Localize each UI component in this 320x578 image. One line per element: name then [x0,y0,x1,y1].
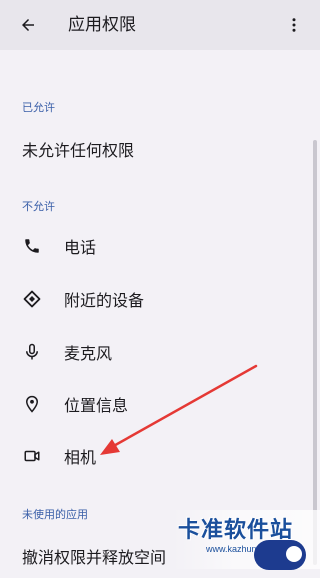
toggle-switch-knob [286,546,302,562]
permission-row-phone[interactable]: 电话 [0,224,310,268]
camera-icon [22,446,42,466]
permission-row-microphone[interactable]: 麦克风 [0,330,310,374]
permission-row-none-allowed[interactable]: 未允许任何权限 [0,127,310,171]
location-icon [22,394,42,414]
back-button[interactable] [8,5,48,45]
permission-label: 未允许任何权限 [22,141,135,160]
revoke-permissions-label: 撤消权限并释放空间 [22,548,167,567]
app-bar: 应用权限 [0,0,320,50]
page-title: 应用权限 [68,15,136,35]
permission-row-camera[interactable]: 相机 [0,434,310,478]
permission-label: 位置信息 [64,396,129,415]
microphone-icon [22,342,42,362]
permission-label: 电话 [64,238,97,257]
more-options-button[interactable] [274,5,314,45]
section-header-unused: 未使用的应用 [22,508,88,521]
arrow-back-icon [22,19,34,31]
more-vert-icon [292,18,296,32]
nearby-devices-icon [22,289,42,309]
permission-label: 相机 [64,448,97,467]
permission-row-location[interactable]: 位置信息 [0,382,310,426]
permission-label: 附近的设备 [64,291,145,310]
permission-label: 麦克风 [64,344,113,363]
section-header-allowed: 已允许 [22,101,55,114]
scrollbar[interactable] [313,140,317,565]
section-header-denied: 不允许 [22,200,55,213]
phone-icon [22,236,42,256]
permission-row-nearby-devices[interactable]: 附近的设备 [0,277,310,321]
